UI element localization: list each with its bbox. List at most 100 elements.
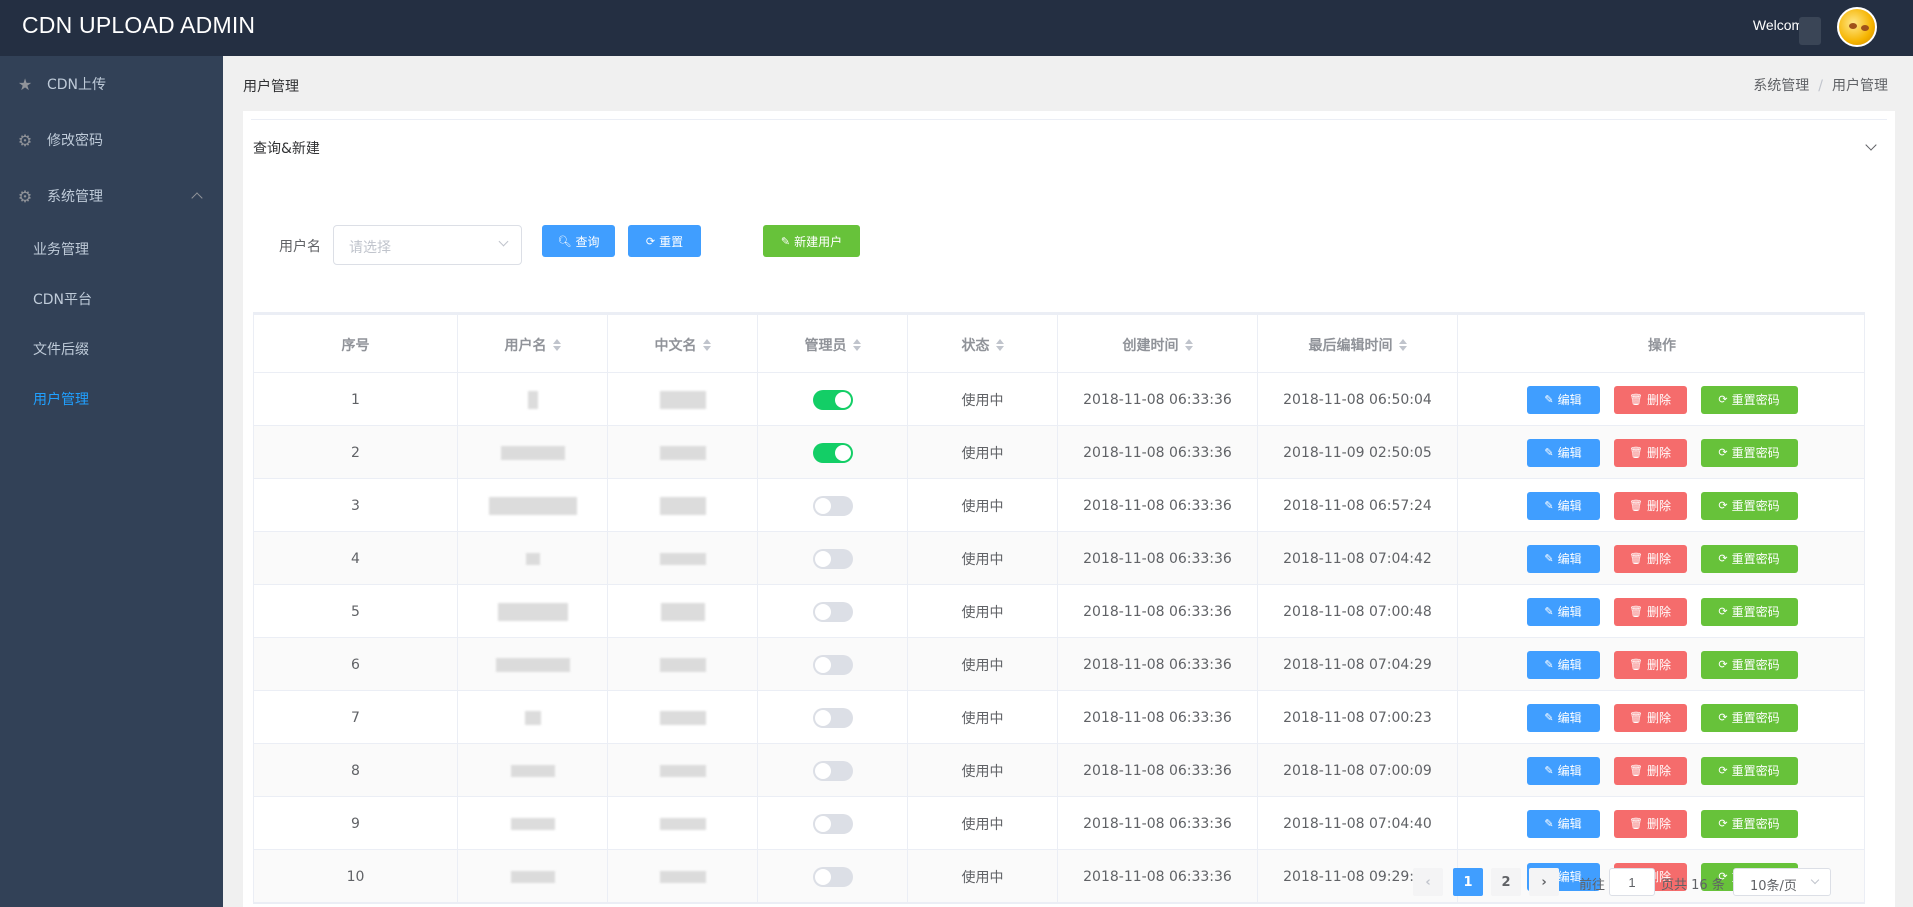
column-header-status[interactable]: 状态 [908, 315, 1058, 375]
redacted-text [524, 710, 541, 725]
sort-icon[interactable] [702, 339, 711, 351]
breadcrumb-separator: / [1818, 78, 1823, 94]
breadcrumb-item[interactable]: 系统管理 [1753, 78, 1809, 94]
redacted-text [659, 710, 706, 725]
reset-password-button[interactable]: ⟳重置密码 [1700, 491, 1798, 520]
cell-username [458, 532, 608, 585]
sort-icon[interactable] [552, 339, 561, 351]
sidebar-item-change-password[interactable]: ⚙ 修改密码 [0, 112, 223, 168]
delete-button[interactable]: 🗑︎删除 [1613, 809, 1687, 838]
admin-toggle[interactable] [812, 707, 853, 728]
redacted-text [659, 445, 706, 460]
table-row: 7 使用中 2018-11-08 06:33:36 2018-11-08 07:… [254, 691, 1864, 744]
edit-button[interactable]: ✎编辑 [1526, 809, 1600, 838]
admin-toggle[interactable] [812, 495, 853, 516]
content-panel: 查询&新建 用户名 请选择 🔍︎ 查询 ⟳ 重置 ✎ 新建用户 序号 用户名 中… [243, 111, 1895, 907]
delete-button[interactable]: 🗑︎删除 [1613, 650, 1687, 679]
sidebar-item-cdn-upload[interactable]: ★ CDN上传 [0, 56, 223, 112]
admin-toggle[interactable] [812, 601, 853, 622]
star-icon: ★ [17, 74, 33, 94]
edit-button[interactable]: ✎编辑 [1526, 703, 1600, 732]
sort-icon[interactable] [995, 339, 1004, 351]
prev-page-button[interactable]: ‹ [1413, 868, 1443, 896]
edit-button[interactable]: ✎编辑 [1526, 650, 1600, 679]
search-button[interactable]: 🔍︎ 查询 [542, 225, 615, 257]
reset-button[interactable]: ⟳ 重置 [628, 225, 701, 257]
admin-toggle[interactable] [812, 760, 853, 781]
cell-actions: ✎编辑 🗑︎删除 ⟳重置密码 [1458, 532, 1866, 585]
admin-toggle[interactable] [812, 548, 853, 569]
sidebar-subitem-business[interactable]: 业务管理 [0, 224, 223, 274]
reset-password-button[interactable]: ⟳重置密码 [1700, 544, 1798, 573]
edit-button[interactable]: ✎编辑 [1526, 438, 1600, 467]
reset-password-button[interactable]: ⟳重置密码 [1700, 756, 1798, 785]
cell-actions: ✎编辑 🗑︎删除 ⟳重置密码 [1458, 638, 1866, 691]
sidebar-subitem-user-management[interactable]: 用户管理 [0, 374, 223, 424]
edit-icon: ✎ [1544, 552, 1554, 565]
cell-index: 1 [254, 373, 458, 426]
sidebar-item-system-management[interactable]: ⚙ 系统管理 [0, 168, 223, 224]
delete-button[interactable]: 🗑︎删除 [1613, 491, 1687, 520]
chevron-down-icon[interactable] [1865, 139, 1877, 151]
reset-password-button[interactable]: ⟳重置密码 [1700, 703, 1798, 732]
delete-button[interactable]: 🗑︎删除 [1613, 756, 1687, 785]
divider [251, 119, 1887, 120]
column-header-admin[interactable]: 管理员 [758, 315, 908, 375]
chevron-down-icon [1810, 875, 1820, 885]
next-page-button[interactable]: › [1529, 868, 1559, 896]
reset-password-button[interactable]: ⟳重置密码 [1700, 650, 1798, 679]
sidebar-subitem-label: 业务管理 [33, 242, 89, 258]
app-title: CDN UPLOAD ADMIN [22, 12, 256, 38]
page-button-1[interactable]: 1 [1453, 868, 1483, 896]
main-content: 用户管理 系统管理 / 用户管理 查询&新建 用户名 请选择 🔍︎ 查询 ⟳ 重置 … [223, 56, 1913, 907]
cell-chinese-name [608, 532, 758, 585]
delete-button[interactable]: 🗑︎删除 [1613, 544, 1687, 573]
cell-actions: ✎编辑 🗑︎删除 ⟳重置密码 [1458, 691, 1866, 744]
redacted-text [659, 817, 706, 830]
sort-icon[interactable] [1398, 339, 1407, 351]
edit-icon: ✎ [1544, 446, 1554, 459]
cell-username [458, 638, 608, 691]
edit-button[interactable]: ✎编辑 [1526, 491, 1600, 520]
cell-status: 使用中 [908, 691, 1058, 744]
admin-toggle[interactable] [812, 813, 853, 834]
redacted-text [510, 817, 555, 830]
admin-toggle[interactable] [812, 442, 853, 463]
column-header-username[interactable]: 用户名 [458, 315, 608, 375]
reset-password-button[interactable]: ⟳重置密码 [1700, 597, 1798, 626]
collapse-title[interactable]: 查询&新建 [253, 138, 320, 158]
edit-icon: ✎ [1544, 817, 1554, 830]
delete-button[interactable]: 🗑︎删除 [1613, 703, 1687, 732]
edit-button[interactable]: ✎编辑 [1526, 597, 1600, 626]
admin-toggle[interactable] [812, 389, 853, 410]
column-header-edited[interactable]: 最后编辑时间 [1258, 315, 1458, 375]
column-header-created[interactable]: 创建时间 [1058, 315, 1258, 375]
reset-password-button[interactable]: ⟳重置密码 [1700, 385, 1798, 414]
edit-button[interactable]: ✎编辑 [1526, 385, 1600, 414]
sort-icon[interactable] [1184, 339, 1193, 351]
avatar[interactable] [1837, 7, 1877, 47]
delete-button[interactable]: 🗑︎删除 [1613, 438, 1687, 467]
cell-admin [758, 373, 908, 426]
page-button-2[interactable]: 2 [1491, 868, 1521, 896]
sidebar-subitem-file-suffix[interactable]: 文件后缀 [0, 324, 223, 374]
cell-username [458, 479, 608, 532]
admin-toggle[interactable] [812, 654, 853, 675]
cell-chinese-name [608, 850, 758, 903]
table-row: 1 使用中 2018-11-08 06:33:36 2018-11-08 06:… [254, 373, 1864, 426]
new-user-button[interactable]: ✎ 新建用户 [763, 225, 860, 257]
reset-password-button[interactable]: ⟳重置密码 [1700, 809, 1798, 838]
reset-password-button[interactable]: ⟳重置密码 [1700, 438, 1798, 467]
delete-button[interactable]: 🗑︎删除 [1613, 597, 1687, 626]
username-select[interactable]: 请选择 [333, 225, 522, 265]
goto-page-input[interactable] [1609, 868, 1655, 896]
column-header-chinese-name[interactable]: 中文名 [608, 315, 758, 375]
page-size-select[interactable]: 10条/页 [1733, 868, 1831, 896]
edit-button[interactable]: ✎编辑 [1526, 544, 1600, 573]
admin-toggle[interactable] [812, 866, 853, 887]
goto-label: 前往 [1579, 878, 1606, 893]
sidebar-subitem-cdn-platform[interactable]: CDN平台 [0, 274, 223, 324]
sort-icon[interactable] [852, 339, 861, 351]
delete-button[interactable]: 🗑︎删除 [1613, 385, 1687, 414]
edit-button[interactable]: ✎编辑 [1526, 756, 1600, 785]
